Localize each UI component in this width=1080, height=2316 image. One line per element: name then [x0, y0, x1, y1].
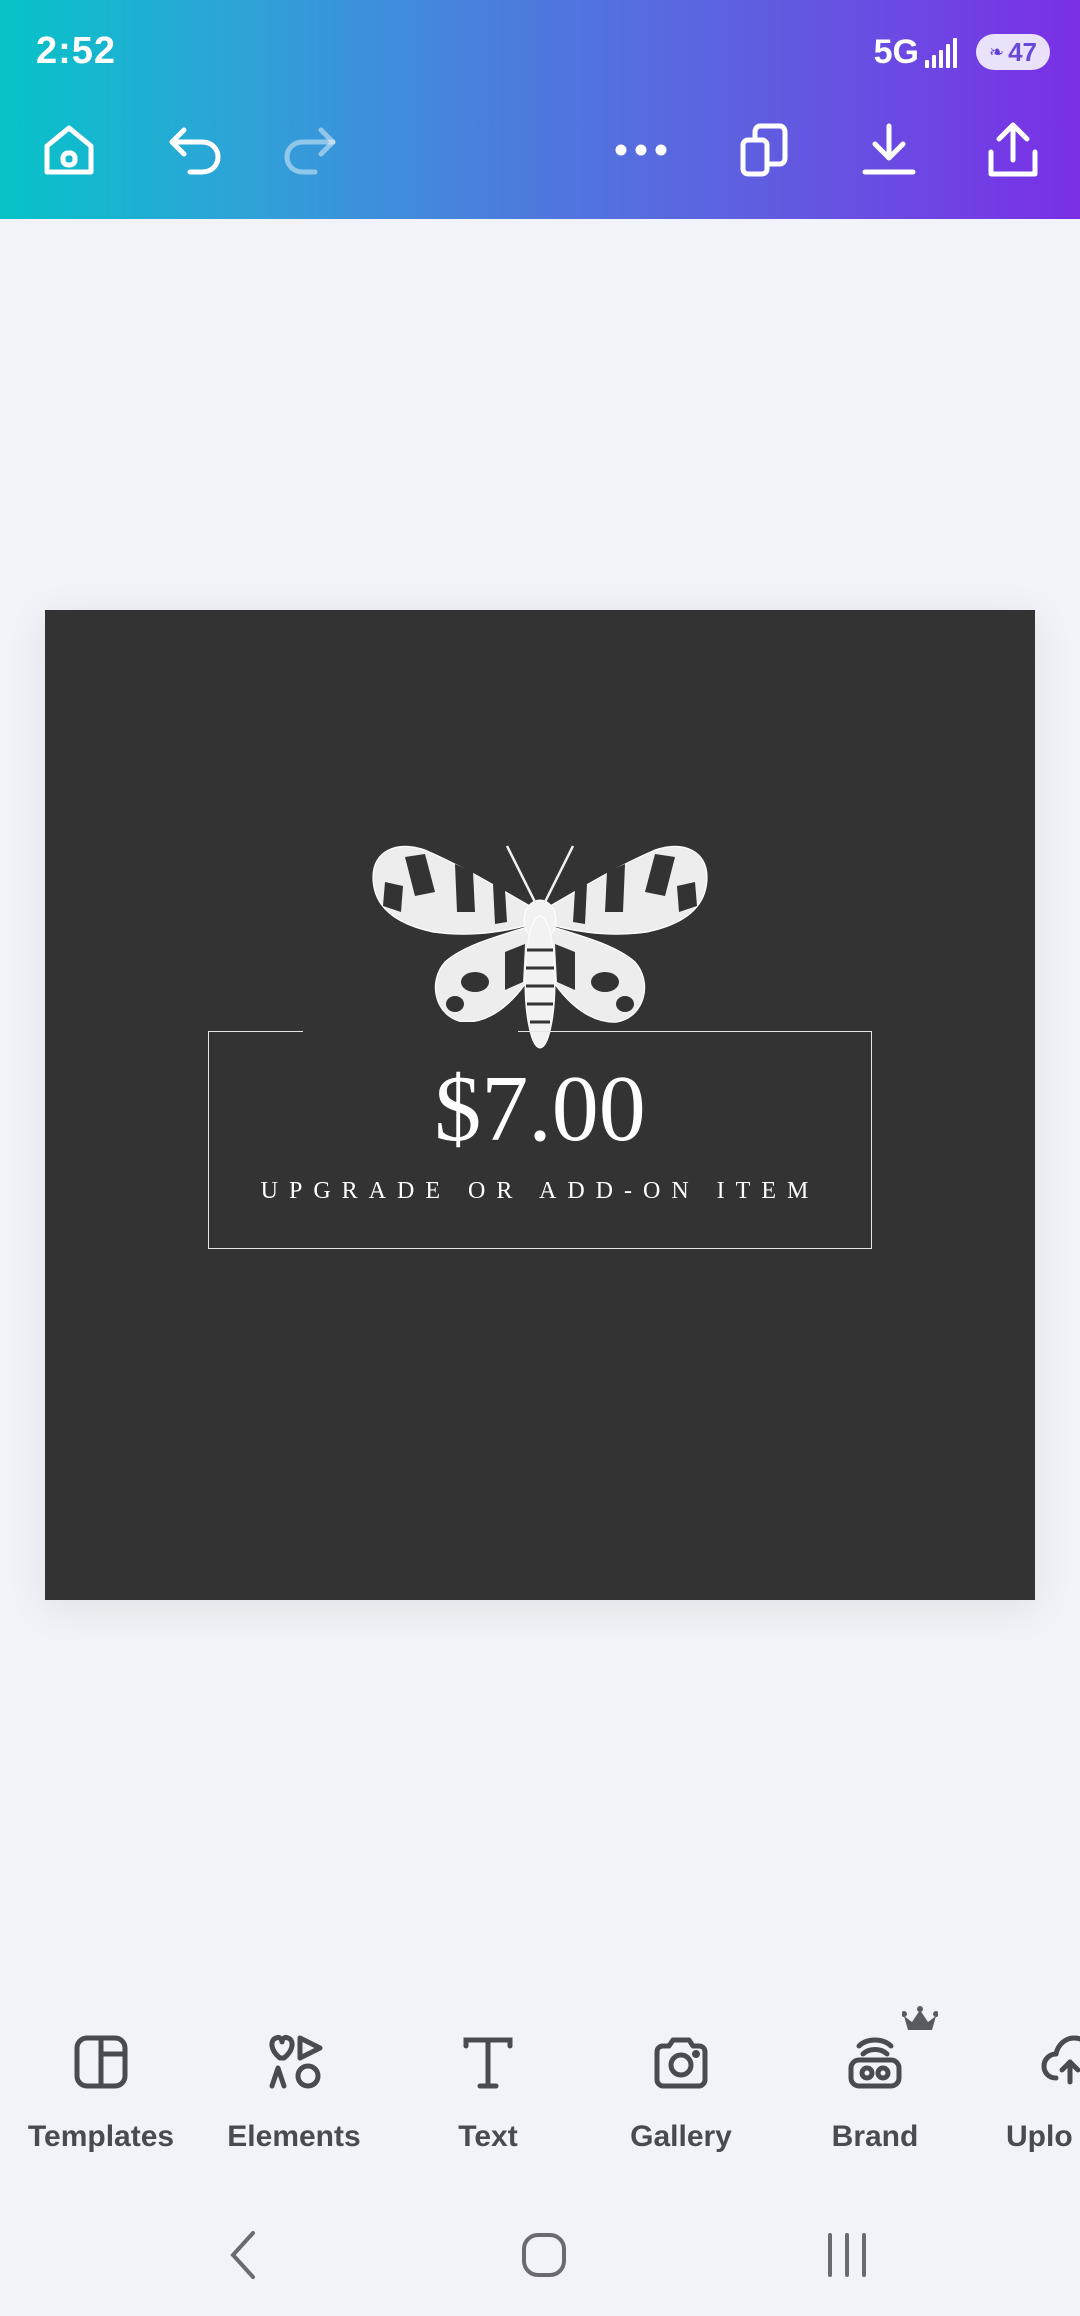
- text-label: Text: [458, 2120, 518, 2153]
- battery-saver-icon: ❧: [988, 41, 1005, 62]
- redo-icon: [284, 127, 336, 175]
- back-button[interactable]: [198, 2220, 288, 2290]
- frame-gap: [303, 1022, 518, 1042]
- recents-button[interactable]: [802, 2220, 892, 2290]
- download-button[interactable]: [856, 117, 922, 183]
- price-text[interactable]: $7.00: [45, 1055, 1035, 1163]
- pages-button[interactable]: [732, 117, 798, 183]
- home-button[interactable]: [36, 117, 102, 183]
- home-circle-icon: [522, 2233, 566, 2277]
- gallery-label: Gallery: [630, 2120, 732, 2153]
- elements-icon: [269, 2035, 323, 2089]
- recents-icon: [828, 2233, 866, 2277]
- text-icon: [463, 2037, 513, 2089]
- brand-icon: [848, 2037, 902, 2089]
- brand-label: Brand: [831, 2120, 919, 2153]
- design-canvas[interactable]: $7.00 UPGRADE OR ADD-ON ITEM: [45, 610, 1035, 1600]
- battery-level: 47: [1008, 36, 1037, 67]
- crown-icon: [902, 2006, 938, 2030]
- status-time: 2:52: [36, 30, 117, 72]
- back-icon: [230, 2231, 255, 2279]
- network-label: 5G: [873, 32, 919, 71]
- share-icon: [988, 122, 1038, 177]
- more-options-button[interactable]: [608, 117, 674, 183]
- uploads-tab[interactable]: Uplo: [960, 2000, 1080, 2180]
- status-icons: 5G ❧ 47: [874, 30, 1050, 74]
- download-icon: [862, 123, 916, 175]
- templates-label: Templates: [27, 2120, 175, 2153]
- uploads-label: Uplo: [1006, 2120, 1073, 2153]
- elements-tab[interactable]: Elements: [194, 2000, 394, 2180]
- signal-icon: [925, 36, 960, 68]
- templates-icon: [74, 2035, 128, 2089]
- templates-tab[interactable]: Templates: [1, 2000, 201, 2180]
- undo-icon: [169, 127, 221, 175]
- undo-button[interactable]: [161, 117, 227, 183]
- editor-header: 2:52 5G ❧ 47: [0, 0, 1080, 219]
- gallery-tab[interactable]: Gallery: [581, 2000, 781, 2180]
- redo-button[interactable]: [278, 117, 344, 183]
- more-options-icon: [615, 144, 667, 156]
- home-nav-button[interactable]: [499, 2220, 589, 2290]
- brand-tab[interactable]: Brand: [775, 2000, 975, 2180]
- battery-icon: ❧ 47: [976, 34, 1050, 70]
- duplicate-pages-icon: [740, 123, 788, 177]
- elements-label: Elements: [227, 2120, 361, 2153]
- share-button[interactable]: [980, 117, 1046, 183]
- camera-icon: [654, 2037, 708, 2089]
- system-nav-bar: [0, 2200, 1080, 2316]
- home-icon: [44, 125, 94, 175]
- upload-cloud-icon: [1041, 2035, 1080, 2085]
- subtitle-text[interactable]: UPGRADE OR ADD-ON ITEM: [45, 1178, 1035, 1205]
- text-tab[interactable]: Text: [388, 2000, 588, 2180]
